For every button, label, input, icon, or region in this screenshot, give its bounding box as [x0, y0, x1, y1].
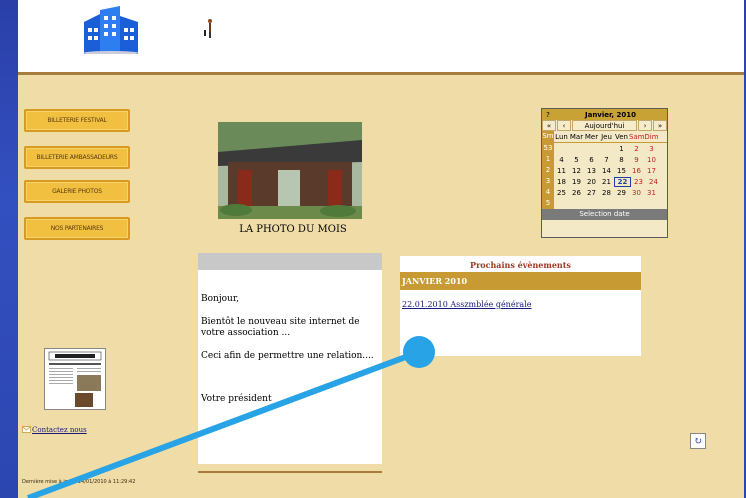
message-line-1: Bientôt le nouveau site internet de votr… [201, 317, 360, 338]
calendar-day[interactable]: 31 [644, 189, 659, 197]
calendar-footer: Selection date [542, 209, 667, 220]
day-name: Mer [584, 132, 599, 141]
calendar-day[interactable]: 21 [599, 178, 614, 186]
calendar-today-button[interactable]: Aujourd'hui [572, 120, 637, 131]
calendar-day[interactable]: 27 [584, 189, 599, 197]
calendar-day[interactable]: 5 [569, 156, 584, 164]
day-name: Ven [615, 132, 628, 141]
pointer-dot [403, 336, 435, 368]
week-number: 1 [542, 154, 554, 165]
message-signature: Votre président [201, 394, 272, 404]
day-name: Mar [569, 132, 584, 141]
calendar-day[interactable]: 2 [629, 145, 644, 153]
mail-icon [22, 426, 31, 433]
calendar-day[interactable]: 7 [599, 156, 614, 164]
event-link[interactable]: 22.01.2010 Asszmblée générale [402, 300, 641, 309]
events-panel: Prochains évènements JANVIER 2010 22.01.… [400, 256, 641, 356]
calendar-day[interactable]: 28 [599, 189, 614, 197]
calendar-day[interactable]: 25 [554, 189, 569, 197]
calendar-grid: 53 1 2 3 1 4 5 6 7 8 9 10 2 11 12 13 14 15 16 17 3 18 19 20 21 22… [542, 143, 667, 209]
calendar-day[interactable]: 20 [584, 178, 599, 186]
gazette-thumbnail[interactable] [44, 348, 106, 410]
calendar-day[interactable]: 16 [629, 167, 644, 175]
divider [198, 471, 382, 473]
building-logo-icon [83, 6, 139, 54]
calendar-week-row: 53 1 2 3 [542, 143, 667, 154]
calendar-day[interactable]: 24 [646, 178, 661, 186]
events-month: JANVIER 2010 [400, 272, 641, 290]
week-number: 4 [542, 187, 554, 198]
calendar-day[interactable]: 26 [569, 189, 584, 197]
calendar-day[interactable]: 10 [644, 156, 659, 164]
calendar-day[interactable]: 30 [629, 189, 644, 197]
photo-of-the-month[interactable] [218, 122, 362, 219]
message-box: Bonjour, Bientôt le nouveau site interne… [198, 253, 382, 464]
week-number: 2 [542, 165, 554, 176]
day-name: Dim [644, 132, 659, 141]
refresh-icon[interactable]: ↻ [690, 433, 706, 449]
contact-link[interactable]: Contactez nous [32, 426, 87, 434]
calendar-day[interactable]: 4 [554, 156, 569, 164]
calendar-week-row: 3 18 19 20 21 22 23 24 [542, 176, 667, 187]
day-name: Lun [555, 132, 568, 141]
calendar-day[interactable]: 23 [631, 178, 646, 186]
calendar-week-row: 2 11 12 13 14 15 16 17 [542, 165, 667, 176]
calendar-day[interactable]: 19 [569, 178, 584, 186]
message-line-2: Ceci afin de permettre une relation.... [201, 351, 374, 361]
calendar-day[interactable]: 3 [644, 145, 659, 153]
calendar-day[interactable]: 22 [614, 176, 631, 187]
galerie-photos-button[interactable]: GALERIE PHOTOS [24, 180, 130, 203]
header [18, 0, 744, 75]
calendar-day[interactable]: 17 [644, 167, 659, 175]
calendar-day[interactable]: 8 [614, 156, 629, 164]
billeterie-festival-button[interactable]: BILLETERIE FESTIVAL [24, 109, 130, 132]
calendar-help-button[interactable]: ? [542, 111, 554, 119]
calendar-next-year-button[interactable]: » [653, 120, 667, 131]
calendar-week-row: 5 [542, 198, 667, 209]
message-header-bar [198, 253, 382, 270]
calendar-title: Janvier, 2010 [584, 110, 637, 119]
calendar-week-row: 4 25 26 27 28 29 30 31 [542, 187, 667, 198]
calendar-prev-year-button[interactable]: « [542, 120, 556, 131]
last-update-text: Dernière mise à jour : 14/01/2010 à 11:2… [22, 479, 136, 485]
calendar-day[interactable]: 9 [629, 156, 644, 164]
calendar-day[interactable]: 15 [614, 167, 629, 175]
small-figure-icon [204, 19, 212, 38]
page: BILLETERIE FESTIVAL BILLETERIE AMBASSADE… [18, 0, 744, 498]
photo-caption: LA PHOTO DU MOIS [239, 224, 347, 235]
day-name: Jeu [601, 132, 612, 141]
calendar-day[interactable]: 13 [584, 167, 599, 175]
calendar-prev-month-button[interactable]: ‹ [557, 120, 571, 131]
calendar-day[interactable]: 18 [554, 178, 569, 186]
calendar-week-row: 1 4 5 6 7 8 9 10 [542, 154, 667, 165]
week-number: 5 [542, 198, 554, 209]
events-title: Prochains évènements [470, 260, 571, 270]
calendar-widget: ? Janvier, 2010 « ‹ Aujourd'hui › » Sm L… [541, 108, 668, 238]
day-name: Sam [629, 132, 645, 141]
calendar-day[interactable]: 14 [599, 167, 614, 175]
calendar-week-header: Sm [542, 131, 554, 142]
calendar-day[interactable]: 11 [554, 167, 569, 175]
calendar-day[interactable]: 29 [614, 189, 629, 197]
message-greeting: Bonjour, [201, 294, 240, 304]
week-number: 53 [542, 143, 554, 154]
billeterie-ambassadeurs-button[interactable]: BILLETERIE AMBASSADEURS [24, 146, 130, 169]
calendar-day[interactable]: 6 [584, 156, 599, 164]
week-number: 3 [542, 176, 554, 187]
calendar-next-month-button[interactable]: › [638, 120, 652, 131]
calendar-day[interactable]: 1 [614, 145, 629, 153]
nos-partenaires-button[interactable]: NOS PARTENAIRES [24, 217, 130, 240]
calendar-day[interactable]: 12 [569, 167, 584, 175]
